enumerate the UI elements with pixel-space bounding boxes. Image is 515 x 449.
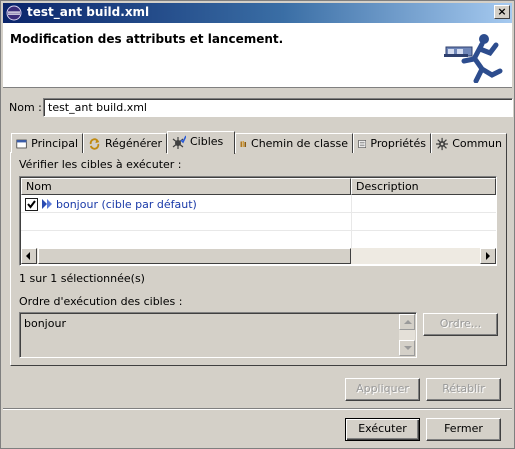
tab-chemin-de-classe[interactable]: Chemin de classe <box>235 133 353 153</box>
table-row-empty <box>21 231 496 249</box>
target-arrow-icon <box>42 199 52 209</box>
checkmark-icon <box>27 200 36 209</box>
page-heading: Modification des attributs et lancement. <box>10 32 284 46</box>
eclipse-icon <box>6 5 22 21</box>
tab-label: Régénérer <box>105 137 162 150</box>
vertical-scrollbar[interactable] <box>399 314 415 356</box>
target-name: bonjour (cible par défaut) <box>56 198 197 211</box>
tab-proprietes[interactable]: Propriétés <box>353 133 431 153</box>
targets-table: Nom Description bonjour (cible par défau… <box>19 176 497 266</box>
refresh-icon <box>89 138 100 150</box>
tab-regenerer[interactable]: Régénérer <box>83 133 167 153</box>
order-button[interactable]: Ordre... <box>423 313 498 336</box>
horizontal-scrollbar[interactable] <box>21 248 496 264</box>
common-icon <box>436 137 449 151</box>
classpath-icon <box>240 140 247 148</box>
properties-icon <box>358 140 367 148</box>
tab-label: Propriétés <box>370 137 426 150</box>
launch-config-dialog: test_ant build.xml × Modification des at… <box>0 0 515 449</box>
scroll-up-button[interactable] <box>399 314 415 330</box>
column-header-description[interactable]: Description <box>351 178 496 195</box>
order-label: Ordre d'exécution des cibles : <box>19 295 183 308</box>
chevron-right-icon <box>486 252 490 260</box>
tab-strip: Principal Régénérer Cibles Chemin de cla… <box>11 131 507 154</box>
close-window-button[interactable]: × <box>494 5 510 19</box>
check-targets-label: Vérifier les cibles à exécuter : <box>19 158 182 171</box>
close-button[interactable]: Fermer <box>426 418 501 441</box>
table-row-empty <box>21 213 496 231</box>
tab-label: Principal <box>31 137 78 150</box>
footer-separator <box>3 408 512 410</box>
tab-cibles[interactable]: Cibles <box>167 131 235 154</box>
scroll-left-button[interactable] <box>21 248 37 264</box>
chevron-left-icon <box>26 252 30 260</box>
title-bar[interactable]: test_ant build.xml × <box>3 3 512 23</box>
table-header: Nom Description <box>21 178 496 195</box>
run-ant-icon <box>444 34 503 83</box>
execution-order-list[interactable]: bonjour <box>19 312 417 358</box>
tab-label: Cibles <box>190 135 224 148</box>
window-title: test_ant build.xml <box>27 5 150 19</box>
name-input[interactable]: test_ant build.xml <box>43 98 513 117</box>
tab-principal[interactable]: Principal <box>11 133 83 153</box>
selection-status: 1 sur 1 sélectionnée(s) <box>19 272 145 285</box>
name-row: Nom : test_ant build.xml <box>9 98 513 118</box>
chevron-up-icon <box>404 320 412 324</box>
main-tab-icon <box>16 139 27 149</box>
tab-label: Chemin de classe <box>251 137 348 150</box>
scroll-thumb[interactable] <box>38 248 351 264</box>
apply-button[interactable]: Appliquer <box>345 378 420 401</box>
scroll-right-button[interactable] <box>480 248 496 264</box>
revert-button[interactable]: Rétablir <box>426 378 501 401</box>
name-label: Nom : <box>9 101 42 114</box>
target-checkbox[interactable] <box>25 198 38 211</box>
targets-icon <box>172 135 186 149</box>
run-button[interactable]: Exécuter <box>345 418 420 441</box>
table-row[interactable]: bonjour (cible par défaut) <box>21 195 496 213</box>
list-item: bonjour <box>24 317 66 330</box>
tab-label: Commun <box>452 137 502 150</box>
tab-commun[interactable]: Commun <box>431 133 507 153</box>
chevron-down-icon <box>404 346 412 350</box>
header-banner: Modification des attributs et lancement. <box>3 23 512 88</box>
scroll-down-button[interactable] <box>399 340 415 356</box>
column-header-name[interactable]: Nom <box>21 178 351 195</box>
